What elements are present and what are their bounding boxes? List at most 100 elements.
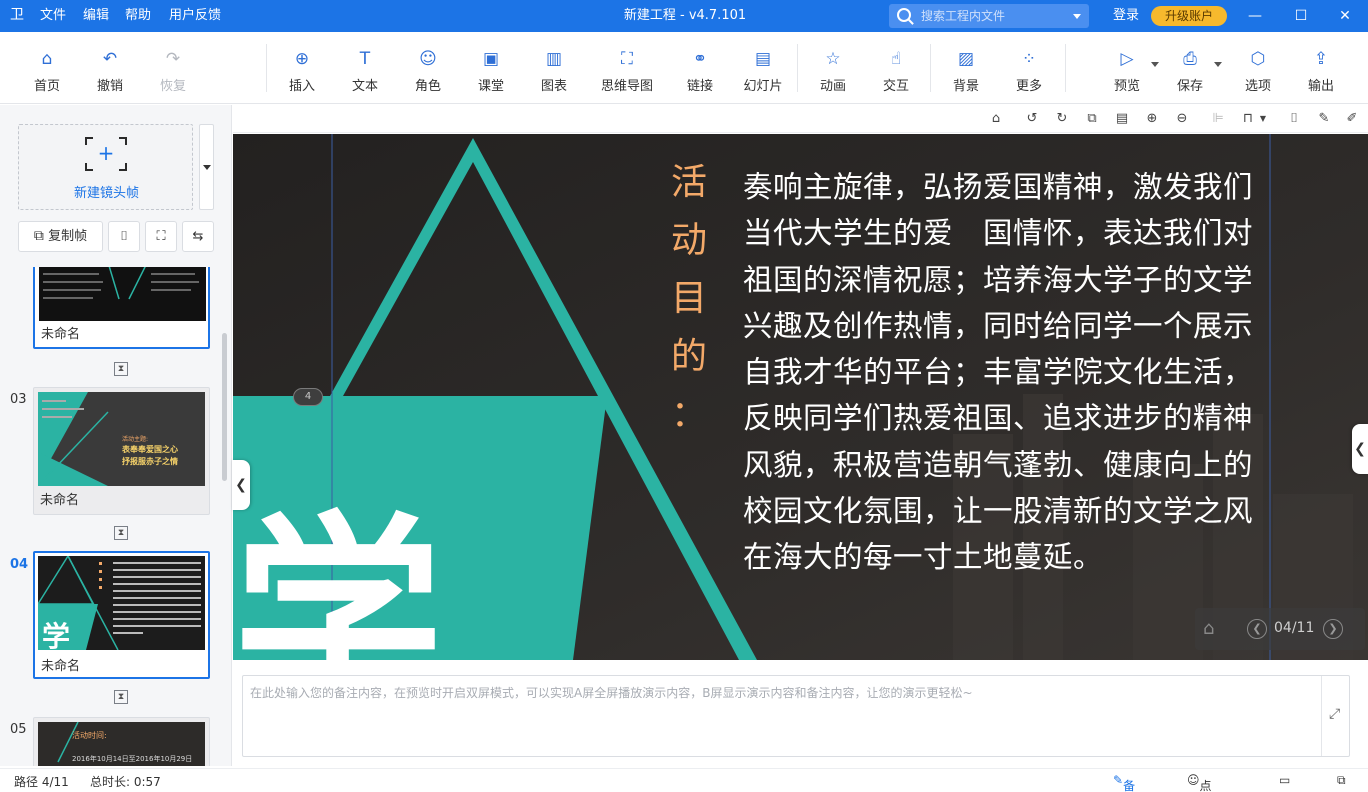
- classroom-button[interactable]: ▣ 课堂: [461, 44, 521, 96]
- menu-help[interactable]: 帮助: [125, 0, 151, 32]
- lock-icon[interactable]: ⊓: [1240, 111, 1256, 127]
- mindmap-label: 思维导图: [600, 79, 653, 94]
- upgrade-button[interactable]: 升级账户: [1151, 6, 1227, 26]
- undo-label: 撤销: [96, 79, 123, 94]
- camera-icon[interactable]: ⌷: [1286, 111, 1302, 127]
- transition-icon[interactable]: ⧗: [114, 526, 128, 540]
- more-label: 更多: [1015, 79, 1042, 94]
- menu-file[interactable]: 文件: [40, 0, 66, 32]
- chart-button[interactable]: ▥ 图表: [524, 44, 584, 96]
- save-button[interactable]: ⎙ 保存: [1160, 44, 1222, 96]
- rotate-right-icon[interactable]: ↻: [1054, 111, 1070, 127]
- export-button[interactable]: ⇪ 输出: [1291, 44, 1351, 96]
- animation-button[interactable]: ☆ 动画: [803, 44, 863, 96]
- interaction-button[interactable]: ☝ 交互: [866, 44, 926, 96]
- frame-thumbnail-selected[interactable]: 学 未命名: [33, 551, 210, 679]
- frame-name: 未命名: [41, 659, 81, 674]
- frame-thumbnail[interactable]: 活动主题: 表奉奉爱国之心 抒报服赤子之情 未命名: [33, 387, 210, 515]
- transition-icon[interactable]: ⧗: [114, 362, 128, 376]
- frame-thumbnail[interactable]: 活动时间: 2016年10月14日至2016年10月29日: [33, 717, 210, 766]
- text-button[interactable]: T 文本: [335, 44, 395, 96]
- main-toolbar: ⌂ 首页 ↶ 撤销 ↷ 恢复 ⊕ 插入 T 文本 ☺ 角色 ▣ 课堂 ▥ 图表 ⛶ 思维导图 ⚭ 链…: [0, 32, 1368, 104]
- options-icon: ⬡: [1250, 49, 1266, 69]
- insert-button[interactable]: ⊕ 插入: [272, 44, 332, 96]
- thumbnail-subtitle: 活动主题:: [122, 436, 149, 443]
- options-button[interactable]: ⬡ 选项: [1228, 44, 1288, 96]
- copy-icon[interactable]: ⧉: [1084, 111, 1100, 127]
- chevron-down-icon[interactable]: [1073, 14, 1081, 19]
- frame-name: 未命名: [40, 493, 80, 508]
- preview-button[interactable]: ▷ 预览: [1097, 44, 1159, 96]
- notes-placeholder: 在此处输入您的备注内容，在预览时开启双屏模式，可以实现A屏全屏播放演示内容，B屏…: [250, 686, 973, 700]
- collapse-left-panel-button[interactable]: ❮: [232, 460, 250, 510]
- mindmap-button[interactable]: ⛶ 思维导图: [594, 44, 660, 96]
- copy-frame-button[interactable]: ⧉ 复制帧: [18, 221, 103, 252]
- zoom-in-icon[interactable]: ⊕: [1144, 111, 1160, 127]
- notes-toggle-label: 备注: [1123, 779, 1136, 792]
- camera-icon: ⌷: [120, 229, 128, 244]
- align-icon[interactable]: ⊫: [1210, 111, 1226, 127]
- new-frame-dropdown[interactable]: [199, 124, 214, 210]
- undo-button[interactable]: ↶ 撤销: [80, 44, 140, 96]
- screen-icon[interactable]: ▭: [1279, 773, 1290, 787]
- classroom-icon: ▣: [482, 49, 500, 69]
- menu-feedback[interactable]: 用户反馈: [169, 0, 221, 32]
- swap-frames-button[interactable]: ⇆: [182, 221, 214, 252]
- character-button[interactable]: ☺ 角色: [398, 44, 458, 96]
- frame-thumbnail[interactable]: 未命名: [33, 267, 210, 349]
- chart-icon: ▥: [545, 49, 563, 69]
- classroom-label: 课堂: [477, 79, 504, 94]
- close-icon[interactable]: ✕: [1325, 0, 1365, 32]
- project-search[interactable]: 搜索工程内文件: [889, 4, 1089, 28]
- new-frame-button[interactable]: + 新建镜头帧: [18, 124, 193, 210]
- rollcall-button[interactable]: ☺ 点名: [1187, 773, 1212, 792]
- preview-icon: ▷: [1120, 49, 1134, 69]
- options-label: 选项: [1244, 79, 1271, 94]
- expand-icon[interactable]: ⤢: [1329, 706, 1340, 722]
- screenshot-button[interactable]: ⌷: [108, 221, 140, 252]
- prev-frame-button[interactable]: ❮: [1247, 619, 1267, 639]
- next-frame-button[interactable]: ❯: [1323, 619, 1343, 639]
- pen-icon[interactable]: ✐: [1344, 111, 1360, 127]
- toolbar-divider: [266, 44, 267, 92]
- slide-title[interactable]: 活 动 目 的 ：: [669, 154, 709, 444]
- character-label: 角色: [414, 79, 441, 94]
- background-button[interactable]: ▨ 背景: [936, 44, 996, 96]
- total-duration: 总时长: 0:57: [90, 775, 161, 789]
- chevron-down-icon[interactable]: ▼: [1255, 111, 1271, 127]
- link-button[interactable]: ⚭ 链接: [670, 44, 730, 96]
- redo-button[interactable]: ↷ 恢复: [143, 44, 203, 96]
- home-button[interactable]: ⌂ 首页: [17, 44, 77, 96]
- chevron-down-icon[interactable]: [1151, 62, 1159, 67]
- maximize-icon[interactable]: ☐: [1281, 0, 1321, 32]
- redo-icon: ↷: [165, 49, 181, 69]
- home-icon[interactable]: ⌂: [1203, 618, 1214, 639]
- capture-region-button[interactable]: ⛶: [145, 221, 177, 252]
- login-link[interactable]: 登录: [1113, 0, 1139, 32]
- window-icon[interactable]: ⧉: [1337, 773, 1346, 788]
- copy-icon: ⧉: [33, 228, 44, 244]
- frame-number-badge[interactable]: 4: [293, 388, 323, 406]
- zoom-out-icon[interactable]: ⊖: [1174, 111, 1190, 127]
- rotate-left-icon[interactable]: ↺: [1024, 111, 1040, 127]
- minimize-icon[interactable]: —: [1235, 0, 1275, 32]
- expand-right-panel-button[interactable]: ❮: [1352, 424, 1368, 474]
- slide-canvas[interactable]: 学 活 动 目 的 ： 奏响主旋律，弘扬爱国精神，激发我们当代大学生的爱 国情怀…: [233, 134, 1368, 660]
- paste-icon[interactable]: ▤: [1114, 111, 1130, 127]
- frame-number: 03: [10, 392, 27, 407]
- slide-body-text[interactable]: 奏响主旋律，弘扬爱国精神，激发我们当代大学生的爱 国情怀，表达我们对祖国的深情祝…: [743, 164, 1253, 581]
- frame-thumbnail-list: 未命名 ⧗ 03 活动主题: 表奉奉爱国之心 抒报服赤子之情 未命名 ⧗ 04: [0, 267, 232, 766]
- menu-edit[interactable]: 编辑: [83, 0, 109, 32]
- title-char: 的: [670, 336, 707, 377]
- edit-icon[interactable]: ✎: [1316, 111, 1332, 127]
- notes-editor[interactable]: 在此处输入您的备注内容，在预览时开启双屏模式，可以实现A屏全屏播放演示内容，B屏…: [242, 675, 1350, 757]
- chevron-down-icon[interactable]: [1214, 62, 1222, 67]
- slides-button[interactable]: ▤ 幻灯片: [733, 44, 793, 96]
- slides-icon: ▤: [754, 49, 772, 69]
- notes-divider: [1321, 676, 1322, 756]
- home-view-icon[interactable]: ⌂: [988, 111, 1004, 127]
- notes-toggle-button[interactable]: ✎ 备注: [1113, 773, 1135, 792]
- transition-icon[interactable]: ⧗: [114, 690, 128, 704]
- panel-scrollbar[interactable]: [222, 333, 227, 481]
- more-button[interactable]: ⁘ 更多: [999, 44, 1059, 96]
